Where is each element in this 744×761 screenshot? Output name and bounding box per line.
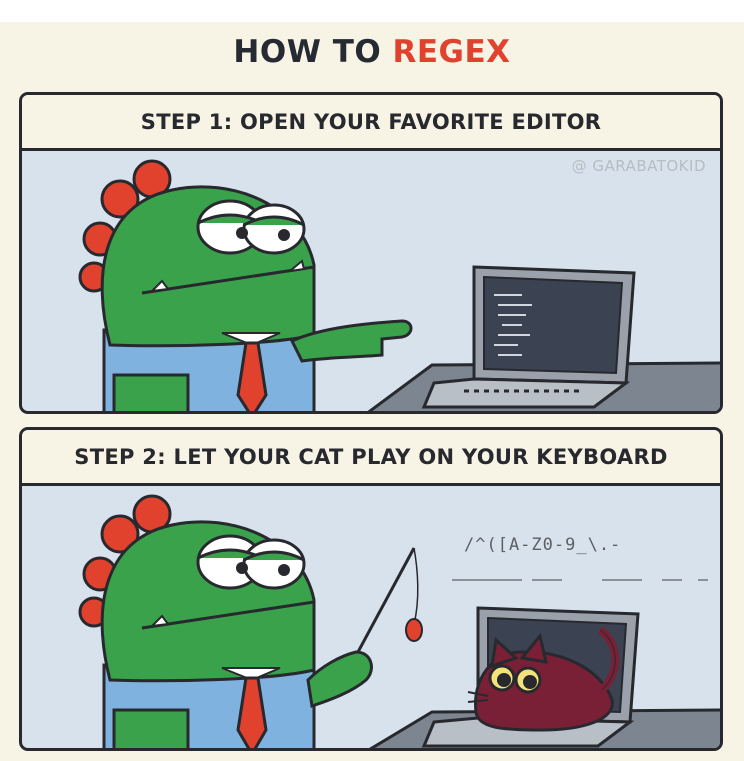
artist-watermark: @ GARABATOKID <box>571 157 706 175</box>
screen-regex-text: /^([A-Z0-9_\.- <box>464 535 622 555</box>
panel-2-caption: STEP 2: LET YOUR CAT PLAY ON YOUR KEYBOA… <box>22 430 720 486</box>
panel-step-2: STEP 2: LET YOUR CAT PLAY ON YOUR KEYBOA… <box>19 427 723 751</box>
cat-toy-wand <box>356 547 423 653</box>
laptop <box>421 265 636 409</box>
comic-title: HOW TO REGEX <box>0 34 744 70</box>
panel-step-1: STEP 1: OPEN YOUR FAVORITE EDITOR @ GARA… <box>19 92 723 414</box>
dinosaur-character <box>78 494 373 748</box>
dinosaur-character <box>78 159 413 411</box>
title-accent: REGEX <box>392 34 511 70</box>
panel-1-caption: STEP 1: OPEN YOUR FAVORITE EDITOR <box>22 95 720 151</box>
title-prefix: HOW TO <box>233 34 393 70</box>
